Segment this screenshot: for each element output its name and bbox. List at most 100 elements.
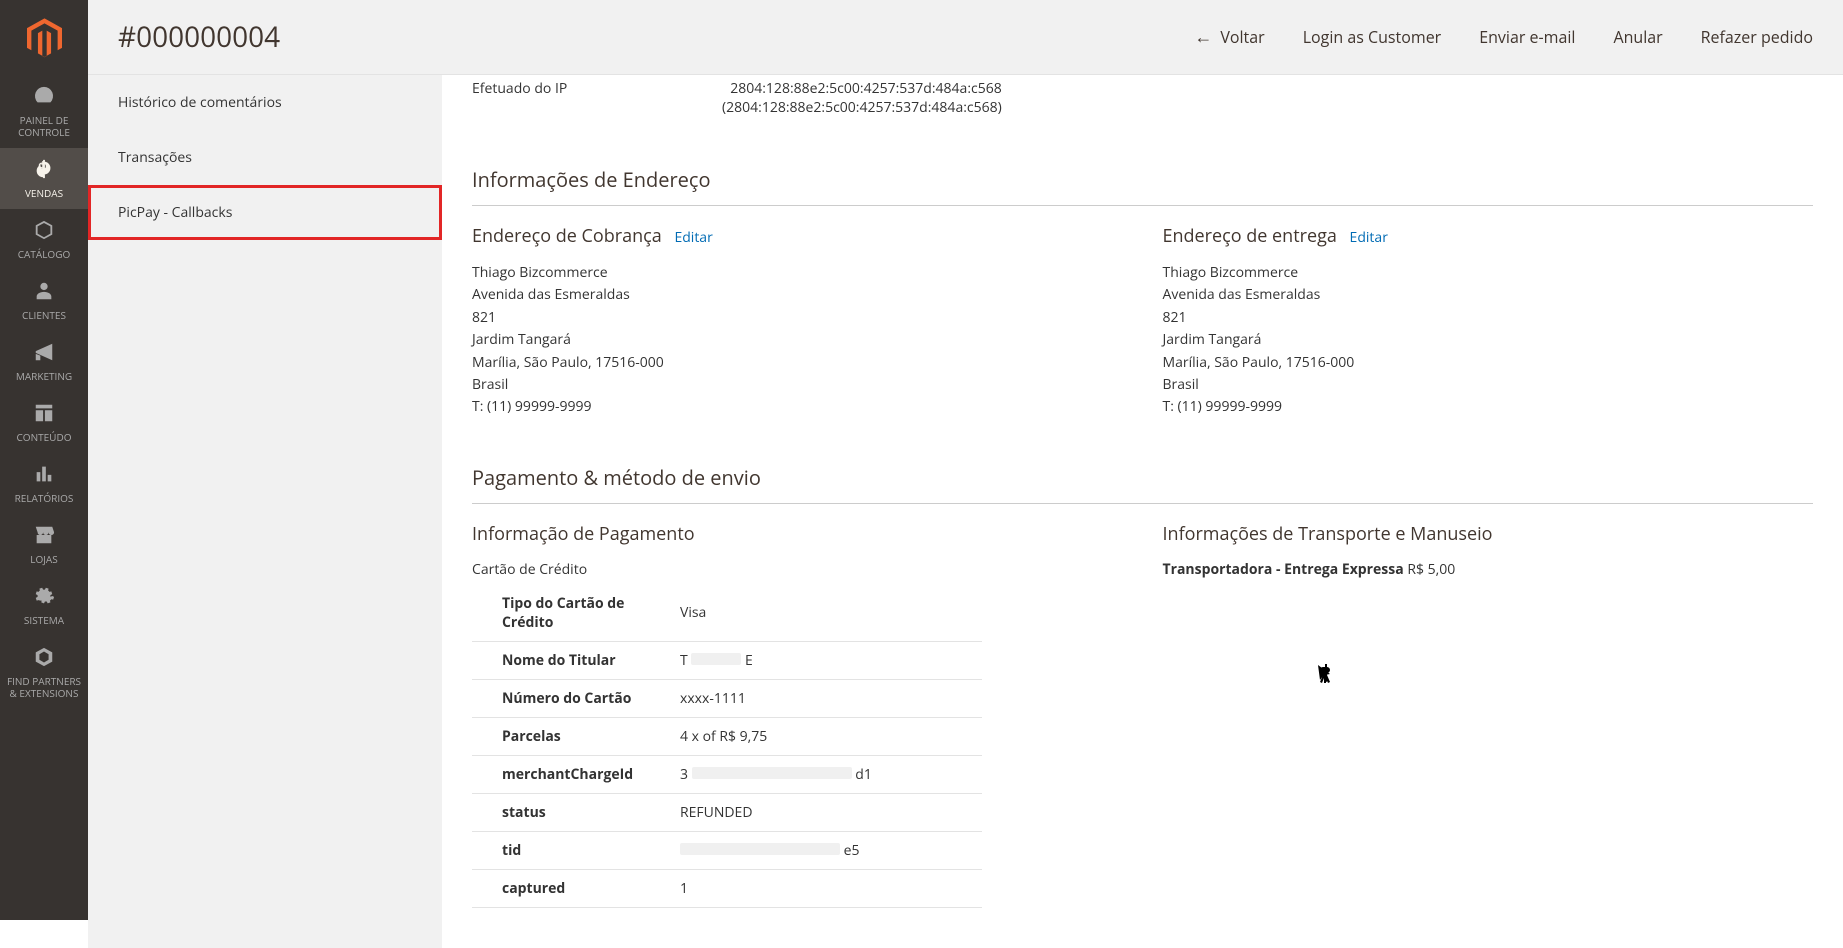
nav-dashboard[interactable]: Painel de Controle [0, 75, 88, 148]
redacted-block [680, 843, 840, 855]
nav-label: Sistema [5, 614, 83, 626]
shipping-title: Endereço de entrega Editar [1163, 224, 1814, 248]
addr-number: 821 [472, 307, 1123, 329]
addr-district: Jardim Tangará [472, 329, 1123, 351]
tid-label: tid [472, 831, 672, 869]
back-label: Voltar [1220, 26, 1264, 48]
tid-value: e5 [672, 831, 982, 869]
payment-details-table: Tipo do Cartão de Crédito Visa Nome do T… [472, 585, 982, 908]
payment-info-block: Informação de Pagamento Cartão de Crédit… [472, 522, 1123, 908]
holder-prefix: T [680, 651, 688, 670]
nav-system[interactable]: Sistema [0, 575, 88, 636]
row-captured: captured 1 [472, 869, 982, 907]
addr-district: Jardim Tangará [1163, 329, 1814, 351]
addr-number: 821 [1163, 307, 1814, 329]
captured-label: captured [472, 869, 672, 907]
tab-picpay-callbacks[interactable]: PicPay - Callbacks [88, 185, 442, 240]
send-email-button[interactable]: Enviar e-mail [1479, 26, 1575, 48]
nav-marketing[interactable]: Marketing [0, 331, 88, 392]
card-type-label: Tipo do Cartão de Crédito [472, 585, 672, 642]
addr-street: Avenida das Esmeraldas [1163, 284, 1814, 306]
billing-title-text: Endereço de Cobrança [472, 224, 662, 248]
payment-section-title: Pagamento & método de envio [472, 464, 1813, 504]
redacted-block [691, 653, 741, 665]
reorder-button[interactable]: Refazer pedido [1701, 26, 1813, 48]
address-section-title: Informações de Endereço [472, 166, 1813, 206]
edit-shipping-link[interactable]: Editar [1350, 228, 1388, 247]
shipping-info-title: Informações de Transporte e Manuseio [1163, 522, 1814, 546]
shipping-info-block: Informações de Transporte e Manuseio Tra… [1163, 522, 1814, 908]
edit-billing-link[interactable]: Editar [674, 228, 712, 247]
addr-name: Thiago Bizcommerce [1163, 262, 1814, 284]
nav-sales[interactable]: $ Vendas [0, 148, 88, 209]
shipping-price: R$ 5,00 [1407, 560, 1455, 579]
order-tabs: Histórico de comentários Transações PicP… [88, 75, 442, 948]
placed-from-ip-row: Efetuado do IP 2804:128:88e2:5c00:4257:5… [472, 75, 982, 121]
tab-comments-history[interactable]: Histórico de comentários [88, 75, 442, 130]
magento-logo[interactable] [0, 0, 88, 75]
shipping-address-block: Endereço de entrega Editar Thiago Bizcom… [1163, 224, 1814, 419]
holder-suffix: E [745, 651, 753, 670]
card-number-label: Número do Cartão [472, 679, 672, 717]
tab-transactions[interactable]: Transações [88, 130, 442, 185]
nav-stores[interactable]: Lojas [0, 514, 88, 575]
nav-label: Relatórios [5, 492, 83, 504]
nav-label: Painel de Controle [5, 114, 83, 138]
addr-street: Avenida das Esmeraldas [472, 284, 1123, 306]
status-value: REFUNDED [672, 793, 982, 831]
ip-value: 2804:128:88e2:5c00:4257:537d:484a:c568 (… [722, 79, 1002, 117]
shipping-carrier: Transportadora - Entrega Expressa [1163, 560, 1404, 579]
tid-suffix: e5 [844, 841, 860, 860]
back-button[interactable]: Voltar [1194, 25, 1264, 49]
nav-label: Find Partners & Extensions [5, 675, 83, 699]
nav-label: Vendas [5, 187, 83, 199]
card-type-value: Visa [672, 585, 982, 642]
arrow-left-icon [1194, 25, 1212, 49]
row-installments: Parcelas 4 x of R$ 9,75 [472, 717, 982, 755]
billing-address-block: Endereço de Cobrança Editar Thiago Bizco… [472, 224, 1123, 419]
row-merchant-charge-id: merchantChargeId 3 d1 [472, 755, 982, 793]
captured-value: 1 [672, 869, 982, 907]
shipping-method-line: Transportadora - Entrega Expressa R$ 5,0… [1163, 560, 1814, 579]
header-actions: Voltar Login as Customer Enviar e-mail A… [1194, 25, 1813, 49]
installments-value: 4 x of R$ 9,75 [672, 717, 982, 755]
admin-sidebar: Painel de Controle $ Vendas Catálogo Cli… [0, 0, 88, 920]
svg-text:$: $ [38, 158, 48, 180]
row-card-type: Tipo do Cartão de Crédito Visa [472, 585, 982, 642]
shipping-title-text: Endereço de entrega [1163, 224, 1337, 248]
nav-label: Clientes [5, 309, 83, 321]
nav-label: Marketing [5, 370, 83, 382]
nav-reports[interactable]: Relatórios [0, 453, 88, 514]
row-holder-name: Nome do Titular T E [472, 641, 982, 679]
card-number-value: xxxx-1111 [672, 679, 982, 717]
nav-label: Conteúdo [5, 431, 83, 443]
addr-country: Brasil [1163, 374, 1814, 396]
billing-title: Endereço de Cobrança Editar [472, 224, 1123, 248]
nav-label: Lojas [5, 553, 83, 565]
nav-customers[interactable]: Clientes [0, 270, 88, 331]
page-title: #000000004 [118, 18, 1194, 56]
addr-city-state-zip: Marília, São Paulo, 17516-000 [1163, 352, 1814, 374]
void-button[interactable]: Anular [1613, 26, 1662, 48]
payment-info-title: Informação de Pagamento [472, 522, 1123, 546]
nav-partners[interactable]: Find Partners & Extensions [0, 636, 88, 709]
status-label: status [472, 793, 672, 831]
addr-name: Thiago Bizcommerce [472, 262, 1123, 284]
addr-phone: T: (11) 99999-9999 [1163, 396, 1814, 418]
addr-country: Brasil [472, 374, 1123, 396]
nav-catalog[interactable]: Catálogo [0, 209, 88, 270]
login-as-customer-button[interactable]: Login as Customer [1303, 26, 1442, 48]
holder-label: Nome do Titular [472, 641, 672, 679]
nav-content[interactable]: Conteúdo [0, 392, 88, 453]
merchant-label: merchantChargeId [472, 755, 672, 793]
row-card-number: Número do Cartão xxxx-1111 [472, 679, 982, 717]
nav-label: Catálogo [5, 248, 83, 260]
addr-city-state-zip: Marília, São Paulo, 17516-000 [472, 352, 1123, 374]
merchant-suffix: d1 [855, 765, 872, 784]
page-header: #000000004 Voltar Login as Customer Envi… [88, 0, 1843, 75]
order-details: Efetuado do IP 2804:128:88e2:5c00:4257:5… [442, 75, 1843, 948]
row-status: status REFUNDED [472, 793, 982, 831]
merchant-prefix: 3 [680, 765, 688, 784]
merchant-value: 3 d1 [672, 755, 982, 793]
addr-phone: T: (11) 99999-9999 [472, 396, 1123, 418]
